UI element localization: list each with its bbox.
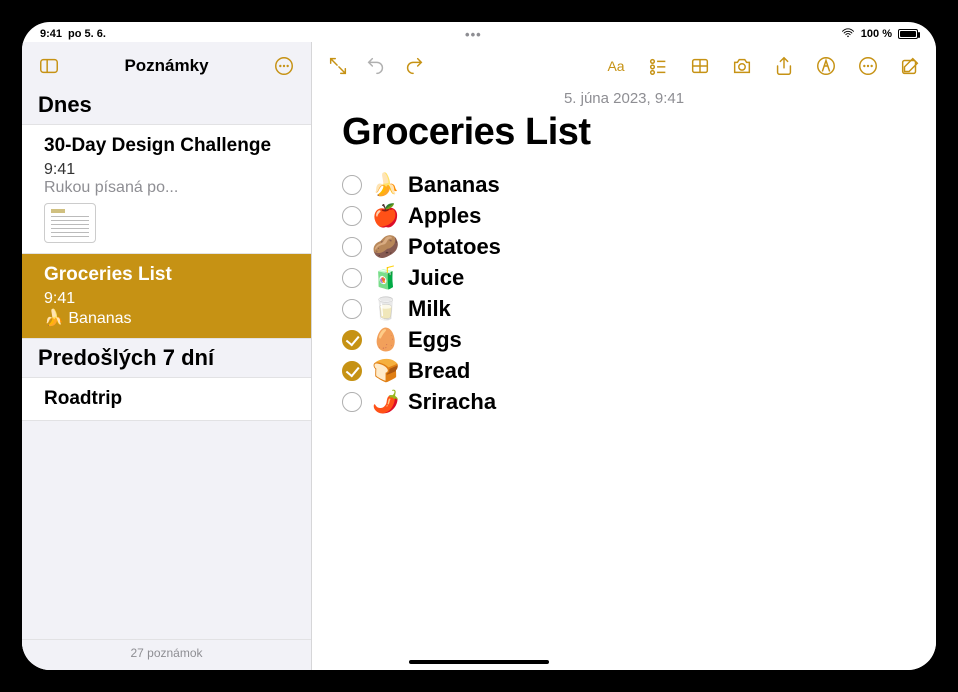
note-item-time: 9:41: [44, 161, 295, 179]
multitask-indicator-icon[interactable]: •••: [465, 27, 482, 42]
checklist-label[interactable]: Juice: [408, 265, 464, 291]
checklist-emoji: 🥔: [372, 234, 398, 260]
checklist-emoji: 🌶️: [372, 389, 398, 415]
checklist-item[interactable]: 🥚 Eggs: [342, 327, 906, 353]
checklist-emoji: 🍞: [372, 358, 398, 384]
checklist-item[interactable]: 🍌 Bananas: [342, 172, 906, 198]
note-item-title: Roadtrip: [44, 388, 295, 410]
note-item-title: 30-Day Design Challenge: [44, 135, 295, 157]
markup-icon[interactable]: [812, 52, 840, 80]
checklist-item[interactable]: 🥔 Potatoes: [342, 234, 906, 260]
checklist-checkbox[interactable]: [342, 299, 362, 319]
note-item-time: 9:41: [44, 290, 295, 308]
battery-text: 100 %: [861, 28, 892, 40]
checklist-label[interactable]: Eggs: [408, 327, 462, 353]
note-content-area: Aa 5. júna 2023, 9:41 Groceries List 🍌 Ba…: [312, 42, 936, 670]
checklist-label[interactable]: Sriracha: [408, 389, 496, 415]
checklist-label[interactable]: Milk: [408, 296, 451, 322]
share-icon[interactable]: [770, 52, 798, 80]
checklist-item[interactable]: 🧃 Juice: [342, 265, 906, 291]
table-icon[interactable]: [686, 52, 714, 80]
undo-icon[interactable]: [362, 52, 390, 80]
ipad-frame: 9:41 po 5. 6. ••• 100 % Poznámky: [0, 0, 958, 692]
checklist-label[interactable]: Potatoes: [408, 234, 501, 260]
notes-sidebar: Poznámky Dnes 30-Day Design Challenge 9:41…: [22, 42, 312, 670]
checklist-checkbox[interactable]: [342, 361, 362, 381]
content-toolbar: Aa: [312, 42, 936, 86]
redo-icon[interactable]: [400, 52, 428, 80]
checklist-checkbox[interactable]: [342, 330, 362, 350]
checklist-emoji: 🍎: [372, 203, 398, 229]
note-list-item[interactable]: 30-Day Design Challenge 9:41Rukou písaná …: [22, 124, 311, 254]
note-list-item[interactable]: Roadtrip: [22, 377, 311, 421]
checklist-checkbox[interactable]: [342, 392, 362, 412]
checklist-item[interactable]: 🌶️ Sriracha: [342, 389, 906, 415]
status-time: 9:41: [40, 28, 62, 40]
checklist-label[interactable]: Bananas: [408, 172, 500, 198]
note-checklist[interactable]: 🍌 Bananas 🍎 Apples 🥔 Potatoes 🧃 Juice 🥛 Milk 🥚 Eggs…: [342, 172, 906, 415]
note-item-preview: Rukou písaná po...: [44, 179, 295, 197]
checklist-label[interactable]: Apples: [408, 203, 481, 229]
note-item-title: Groceries List: [44, 264, 295, 286]
note-body[interactable]: 5. júna 2023, 9:41 Groceries List 🍌 Banan…: [312, 86, 936, 670]
home-indicator[interactable]: [409, 660, 549, 664]
note-item-thumbnail: [44, 203, 96, 243]
format-text-icon[interactable]: Aa: [602, 52, 630, 80]
camera-icon[interactable]: [728, 52, 756, 80]
status-bar: 9:41 po 5. 6. ••• 100 %: [22, 22, 936, 42]
checklist-checkbox[interactable]: [342, 268, 362, 288]
note-item-preview: 🍌 Bananas: [44, 308, 295, 328]
checklist-checkbox[interactable]: [342, 237, 362, 257]
checklist-item[interactable]: 🥛 Milk: [342, 296, 906, 322]
expand-icon[interactable]: [324, 52, 352, 80]
more-icon[interactable]: [854, 52, 882, 80]
checklist-icon[interactable]: [644, 52, 672, 80]
sidebar-more-icon[interactable]: [271, 53, 297, 79]
status-date: po 5. 6.: [68, 28, 106, 40]
section-header: Dnes: [22, 86, 311, 124]
section-header: Predošlých 7 dní: [22, 339, 311, 377]
checklist-emoji: 🧃: [372, 265, 398, 291]
sidebar-footer-count: 27 poznámok: [22, 639, 311, 670]
checklist-item[interactable]: 🍎 Apples: [342, 203, 906, 229]
checklist-item[interactable]: 🍞 Bread: [342, 358, 906, 384]
note-title[interactable]: Groceries List: [342, 111, 906, 154]
checklist-emoji: 🥚: [372, 327, 398, 353]
checklist-emoji: 🥛: [372, 296, 398, 322]
sidebar-toolbar: Poznámky: [22, 42, 311, 86]
checklist-label[interactable]: Bread: [408, 358, 470, 384]
battery-icon: [898, 29, 918, 39]
screen: 9:41 po 5. 6. ••• 100 % Poznámky: [22, 22, 936, 670]
note-list-item[interactable]: Groceries List 9:41🍌 Bananas: [22, 254, 311, 339]
checklist-checkbox[interactable]: [342, 206, 362, 226]
compose-icon[interactable]: [896, 52, 924, 80]
wifi-icon: [841, 28, 855, 41]
checklist-checkbox[interactable]: [342, 175, 362, 195]
checklist-emoji: 🍌: [372, 172, 398, 198]
sidebar-toggle-icon[interactable]: [36, 53, 62, 79]
note-date: 5. júna 2023, 9:41: [342, 90, 906, 107]
sidebar-title: Poznámky: [124, 56, 208, 76]
